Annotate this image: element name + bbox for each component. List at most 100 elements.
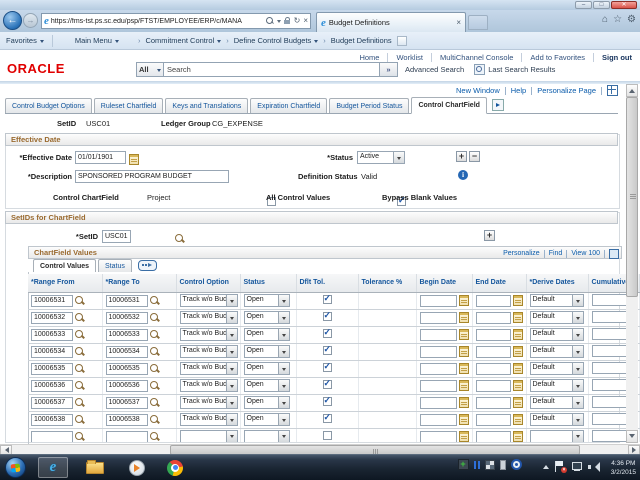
derive-dates-select[interactable]: Default	[530, 328, 584, 341]
derive-dates-select[interactable]	[530, 430, 584, 443]
lookup-icon[interactable]	[75, 432, 85, 442]
refresh-icon[interactable]: ↻	[294, 17, 301, 25]
control-option-select[interactable]: Track w/o Budg	[180, 294, 238, 307]
status-select[interactable]: Open	[244, 396, 290, 409]
status-select[interactable]: Open	[244, 345, 290, 358]
calendar-icon[interactable]	[513, 363, 522, 374]
derive-dates-select[interactable]: Default	[530, 294, 584, 307]
minimize-icon[interactable]: –	[575, 1, 592, 9]
dflt-tol-checkbox[interactable]	[323, 346, 332, 355]
tab-budget-period-status[interactable]: Budget Period Status	[329, 98, 409, 113]
status-select[interactable]: Open	[244, 311, 290, 324]
effective-date-input[interactable]: 01/01/1901	[75, 151, 126, 164]
search-icon[interactable]	[266, 17, 274, 25]
end-date-input[interactable]	[476, 295, 512, 307]
tab-control-budget-options[interactable]: Control Budget Options	[5, 98, 92, 113]
search-input[interactable]: Search	[164, 62, 380, 77]
grid-setid-input[interactable]: USC01	[102, 230, 131, 243]
lookup-icon[interactable]	[150, 432, 160, 442]
taskbar-media-player[interactable]	[122, 457, 152, 478]
dflt-tol-checkbox[interactable]	[323, 363, 332, 372]
lookup-icon[interactable]	[75, 313, 85, 323]
lookup-icon[interactable]	[75, 347, 85, 357]
range-to-input[interactable]: 10006534	[106, 346, 148, 358]
end-date-input[interactable]	[476, 431, 512, 443]
derive-dates-select[interactable]: Default	[530, 396, 584, 409]
status-select[interactable]: Open	[244, 379, 290, 392]
main-menu[interactable]: Main Menu	[75, 36, 119, 45]
calendar-icon[interactable]	[513, 431, 522, 442]
search-go-button[interactable]: »	[380, 62, 398, 77]
range-to-input[interactable]: 10006532	[106, 312, 148, 324]
calendar-icon[interactable]	[513, 380, 522, 391]
begin-date-input[interactable]	[420, 295, 458, 307]
taskbar-clock[interactable]: 4:36 PM 3/2/2015	[611, 459, 636, 477]
lookup-icon[interactable]	[150, 381, 160, 391]
url-field[interactable]: e https://fms-tst.ps.sc.edu/psp/FTST/EMP…	[41, 13, 311, 29]
derive-dates-select[interactable]: Default	[530, 413, 584, 426]
stop-icon[interactable]: ×	[303, 17, 308, 25]
range-from-input[interactable]: 10006532	[31, 312, 73, 324]
calendar-icon[interactable]	[459, 380, 468, 391]
range-to-input[interactable]: 10006533	[106, 329, 148, 341]
favorites-menu[interactable]: Favorites	[6, 36, 44, 45]
add-setid-row-button[interactable]: +	[484, 230, 495, 241]
lookup-icon[interactable]	[75, 381, 85, 391]
home-icon[interactable]: ⌂	[602, 14, 608, 26]
network-icon[interactable]	[571, 462, 582, 472]
last-search-results-link[interactable]: Last Search Results	[488, 65, 555, 74]
control-option-select[interactable]: Track w/o Budg	[180, 311, 238, 324]
begin-date-input[interactable]	[420, 329, 458, 341]
range-from-input[interactable]: 10006538	[31, 414, 73, 426]
show-all-columns-icon[interactable]	[138, 260, 157, 271]
calendar-icon[interactable]	[129, 154, 139, 165]
new-tab-button[interactable]	[468, 15, 488, 30]
subtab-status[interactable]: Status	[98, 259, 132, 272]
settings-gear-icon[interactable]: ⚙	[627, 14, 636, 26]
lookup-icon[interactable]	[75, 296, 85, 306]
breadcrumb-commitment-control[interactable]: Commitment Control	[145, 36, 221, 45]
range-from-input[interactable]: 10006534	[31, 346, 73, 358]
taskbar-internet-explorer[interactable]: e	[38, 457, 68, 478]
control-option-select[interactable]: Track w/o Budg	[180, 413, 238, 426]
end-date-input[interactable]	[476, 363, 512, 375]
control-option-select[interactable]: Track w/o Budg	[180, 328, 238, 341]
show-hidden-icons-icon[interactable]	[543, 462, 549, 469]
new-window-link[interactable]: New Window	[456, 86, 500, 95]
dflt-tol-checkbox[interactable]	[323, 380, 332, 389]
tab-ruleset-chartfield[interactable]: Ruleset Chartfield	[94, 98, 164, 113]
subtab-control-values[interactable]: Control Values	[33, 259, 96, 272]
derive-dates-select[interactable]: Default	[530, 345, 584, 358]
browser-tab[interactable]: e Budget Definitions ×	[316, 12, 466, 32]
derive-dates-select[interactable]: Default	[530, 362, 584, 375]
calendar-icon[interactable]	[459, 295, 468, 306]
sign-out-link[interactable]: Sign out	[602, 53, 632, 62]
close-icon[interactable]: ✕	[611, 1, 637, 9]
status-select[interactable]: Open	[244, 328, 290, 341]
taskbar-file-explorer[interactable]	[80, 457, 110, 478]
view-100-link[interactable]: View 100	[571, 250, 600, 257]
start-button[interactable]	[5, 457, 26, 478]
favorites-star-icon[interactable]: ☆	[613, 14, 622, 26]
checkered-tray-icon[interactable]	[485, 460, 495, 470]
lookup-icon[interactable]	[150, 347, 160, 357]
status-select[interactable]: Active	[357, 151, 405, 164]
calendar-icon[interactable]	[459, 431, 468, 442]
begin-date-input[interactable]	[420, 414, 458, 426]
find-link[interactable]: Find	[549, 250, 563, 257]
calendar-icon[interactable]	[513, 346, 522, 357]
begin-date-input[interactable]	[420, 312, 458, 324]
range-to-input[interactable]: 10006536	[106, 380, 148, 392]
pause-tray-icon[interactable]	[474, 461, 481, 469]
calendar-icon[interactable]	[459, 312, 468, 323]
lookup-icon[interactable]	[150, 398, 160, 408]
url-text[interactable]: https://fms-tst.ps.sc.edu/psp/FTST/EMPLO…	[51, 18, 264, 25]
vertical-scroll-thumb[interactable]	[626, 97, 638, 297]
dflt-tol-checkbox[interactable]	[323, 295, 332, 304]
scroll-down-icon[interactable]	[626, 430, 638, 443]
begin-date-input[interactable]	[420, 363, 458, 375]
target-tray-icon[interactable]	[511, 459, 522, 470]
forward-icon[interactable]: →	[23, 13, 38, 28]
dflt-tol-checkbox[interactable]	[323, 431, 332, 440]
begin-date-input[interactable]	[420, 380, 458, 392]
